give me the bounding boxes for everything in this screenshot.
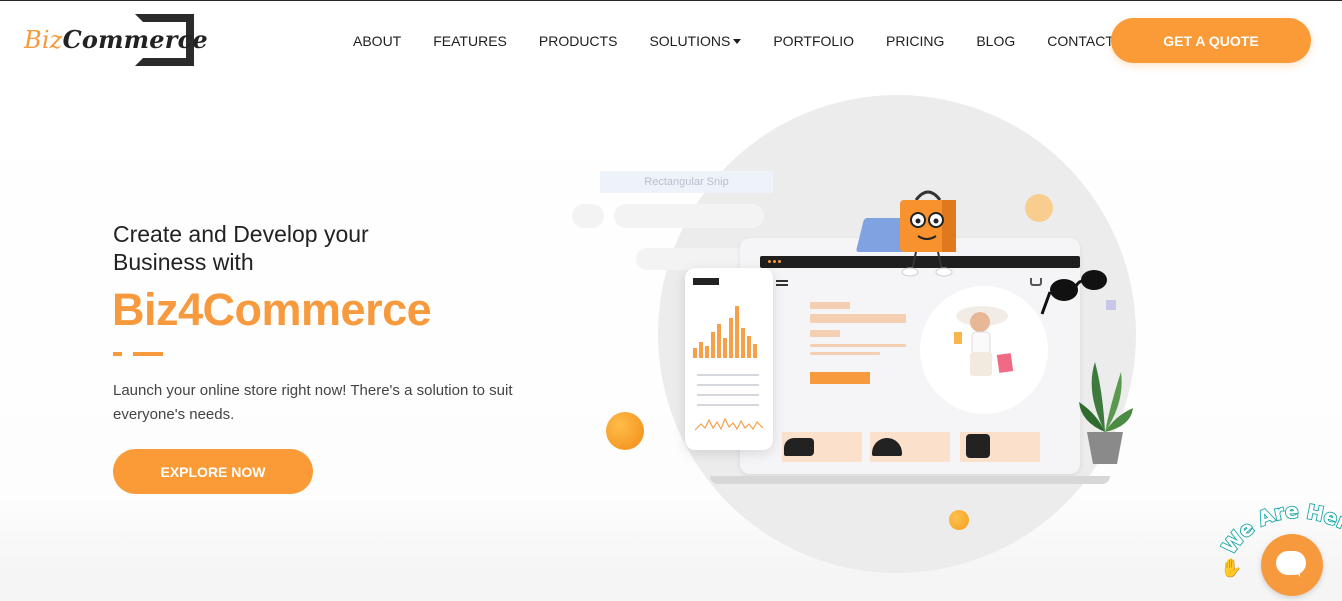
nav-label: PORTFOLIO — [773, 33, 854, 49]
nav-label: ABOUT — [353, 33, 402, 49]
placeholder-buy-button — [810, 372, 870, 384]
phone-list-line — [697, 384, 759, 386]
chart-bar — [693, 348, 697, 358]
hero-brand-title: Biz4Commerce — [112, 284, 432, 335]
placeholder-line — [810, 314, 906, 323]
nav-item-solutions[interactable]: SOLUTIONS — [649, 33, 742, 49]
browser-dot — [778, 260, 781, 263]
nav-label: PRICING — [886, 33, 945, 49]
phone-list-line — [697, 404, 759, 406]
hero-description: Launch your online store right now! Ther… — [113, 382, 513, 423]
sunglasses-image — [1040, 270, 1116, 315]
shopping-woman-image — [954, 306, 1014, 376]
accent-dash — [133, 352, 163, 356]
hero-heading-line2: Business with — [113, 249, 254, 275]
decor-pill — [636, 248, 756, 270]
phone-list-line — [697, 394, 759, 396]
nav-label: PRODUCTS — [538, 33, 618, 49]
main-nav: ABOUT FEATURES PRODUCTS SOLUTIONS PORTFO… — [353, 33, 1137, 49]
logo-part-biz: Biz — [24, 26, 63, 54]
hero-illustration: Rectangular Snip — [560, 90, 1160, 580]
browser-dot — [768, 260, 771, 263]
decor-orb — [606, 412, 644, 450]
waving-hand-icon: ✋ — [1220, 558, 1243, 578]
site-header: BizCommerce ABOUT FEATURES PRODUCTS SOLU… — [0, 1, 1342, 81]
accent-dot — [113, 352, 122, 356]
nav-label: SOLUTIONS — [649, 33, 731, 49]
nav-label: FEATURES — [433, 33, 507, 49]
nav-item-blog[interactable]: BLOG — [976, 33, 1015, 49]
get-quote-button[interactable]: GET A QUOTE — [1111, 18, 1311, 63]
phone-list-line — [697, 374, 759, 376]
shopping-bag-mascot — [900, 190, 956, 277]
chart-bar — [705, 346, 709, 358]
hero-heading-line1: Create and Develop your — [113, 221, 369, 247]
menu-icon — [776, 280, 788, 286]
chart-bar — [729, 318, 733, 358]
placeholder-line — [810, 344, 906, 347]
chart-bar — [699, 342, 703, 358]
decor-pill — [572, 204, 604, 228]
placeholder-line — [810, 302, 850, 309]
nav-item-about[interactable]: ABOUT — [353, 33, 401, 49]
chart-bar — [741, 328, 745, 358]
chart-bar — [747, 336, 751, 358]
placeholder-line — [810, 330, 840, 337]
phone-header-bar — [693, 278, 719, 285]
nav-item-portfolio[interactable]: PORTFOLIO — [773, 33, 854, 49]
chart-bar — [723, 338, 727, 358]
decor-pill — [614, 204, 764, 228]
rectangular-snip-label: Rectangular Snip — [600, 171, 773, 193]
explore-now-button[interactable]: EXPLORE NOW — [113, 449, 313, 494]
caret-down-icon — [733, 38, 742, 44]
jacket-icon — [966, 434, 990, 458]
chat-launcher-button[interactable] — [1261, 534, 1323, 596]
laptop-base — [710, 476, 1110, 484]
chat-bubble-icon — [1276, 551, 1306, 577]
placeholder-line — [810, 352, 880, 355]
phone-bar-chart — [693, 302, 765, 358]
nav-label: BLOG — [976, 33, 1016, 49]
logo-part-commerce: Commerce — [62, 25, 208, 54]
nav-item-products[interactable]: PRODUCTS — [539, 33, 618, 49]
chart-bar — [735, 306, 739, 358]
chart-bar — [753, 344, 757, 358]
phone-mockup — [685, 268, 773, 450]
chart-bar — [717, 324, 721, 358]
hero-heading: Create and Develop your Business with — [113, 220, 433, 276]
model-photo-circle — [920, 286, 1048, 414]
chart-bar — [711, 332, 715, 358]
decor-orb — [949, 510, 969, 530]
logo-text: BizCommerce — [24, 25, 208, 54]
site-logo[interactable]: BizCommerce — [22, 13, 208, 67]
decor-orb — [1025, 194, 1053, 222]
nav-item-features[interactable]: FEATURES — [433, 33, 507, 49]
browser-dot — [773, 260, 776, 263]
nav-item-pricing[interactable]: PRICING — [886, 33, 944, 49]
phone-sparkline — [695, 417, 763, 431]
shoe-icon — [784, 438, 814, 456]
potted-plant-image — [1079, 362, 1133, 464]
